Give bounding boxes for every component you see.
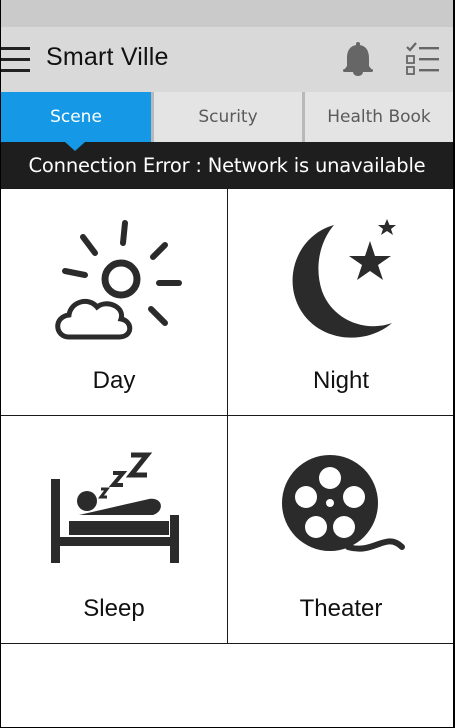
scene-night-tile[interactable]: Night: [228, 189, 453, 416]
menu-bar-line: [1, 69, 30, 72]
menu-bar-line: [1, 58, 30, 61]
scene-sleep-tile[interactable]: Sleep: [1, 417, 227, 644]
app-title: Smart Ville: [46, 43, 169, 71]
sun-cloud-icon: [55, 220, 182, 340]
menu-bar-line: [1, 47, 30, 50]
moon-star-icon: [292, 219, 396, 338]
bed-sleep-icon: [51, 452, 179, 563]
menu-button[interactable]: [1, 44, 31, 76]
scene-day-tile[interactable]: Day: [1, 189, 227, 416]
checklist-button[interactable]: [404, 42, 440, 76]
tab-bar: Scene Scurity Health Book: [1, 92, 453, 142]
scene-theater-tile[interactable]: Theater: [228, 417, 453, 644]
checklist-icon: [406, 42, 439, 75]
scene-label: Sleep: [83, 595, 145, 622]
scene-label: Theater: [299, 595, 383, 622]
notification-button[interactable]: [342, 41, 374, 77]
grid-divider: [1, 643, 453, 644]
scene-label: Night: [312, 367, 370, 394]
grid-divider: [1, 415, 453, 416]
status-bar: [1, 0, 453, 27]
scene-label: Day: [92, 367, 136, 394]
tab-scene[interactable]: Scene: [1, 92, 151, 142]
bell-icon: [343, 42, 373, 76]
tab-security[interactable]: Scurity: [154, 92, 302, 142]
app-screen: Smart Ville Scene Scurity Health Book Co…: [1, 0, 453, 727]
film-reel-icon: [282, 455, 405, 552]
active-tab-indicator: [65, 142, 85, 151]
tab-health-book[interactable]: Health Book: [305, 92, 453, 142]
app-bar: Smart Ville: [1, 27, 453, 92]
grid-divider: [227, 188, 228, 644]
